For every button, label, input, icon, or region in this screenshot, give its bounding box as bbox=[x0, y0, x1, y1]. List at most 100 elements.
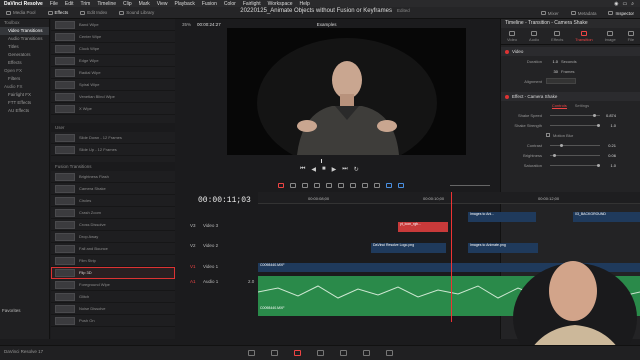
replace-clip-icon[interactable] bbox=[350, 182, 356, 188]
slider-handle[interactable] bbox=[553, 153, 556, 157]
tree-item-titles[interactable]: Titles bbox=[0, 43, 49, 51]
sound-library-button[interactable]: Sound Library bbox=[113, 7, 160, 18]
slider-handle[interactable] bbox=[597, 163, 600, 167]
saturation-slider[interactable] bbox=[550, 163, 600, 167]
edit-page-icon[interactable] bbox=[293, 350, 301, 356]
tree-item-effects[interactable]: Effects bbox=[0, 59, 49, 67]
effect-section-header[interactable]: Effect - Camera Shake bbox=[501, 92, 640, 101]
fx-item-film-strip[interactable]: Film Strip bbox=[51, 255, 175, 267]
fx-category-fusion-transitions[interactable]: Fusion Transitions bbox=[51, 162, 175, 171]
slider-handle[interactable] bbox=[560, 143, 563, 147]
insert-clip-icon[interactable] bbox=[326, 182, 332, 188]
blade-tool-icon[interactable] bbox=[314, 182, 320, 188]
favorites-label[interactable]: Favorites bbox=[2, 308, 21, 313]
inspector-button[interactable]: Inspector bbox=[602, 7, 640, 19]
tab-image[interactable]: Image bbox=[605, 31, 616, 42]
fx-item-foreground-wipe[interactable]: Foreground Wipe bbox=[51, 279, 175, 291]
menu-clip[interactable]: Clip bbox=[123, 1, 132, 7]
tree-item-video-transitions[interactable]: Video Transitions bbox=[0, 27, 49, 35]
fx-item-spiral-wipe[interactable]: Spiral Wipe bbox=[51, 79, 175, 91]
play-icon[interactable]: ▶ bbox=[332, 166, 337, 173]
menu-fairlight[interactable]: Fairlight bbox=[243, 1, 261, 7]
motion-blur-checkbox[interactable] bbox=[546, 133, 550, 137]
tree-section-audiofx[interactable]: Audio FX bbox=[0, 83, 49, 91]
tree-item-fairlight-fx[interactable]: Fairlight FX bbox=[0, 91, 49, 99]
tree-item-filters[interactable]: Filters bbox=[0, 75, 49, 83]
fx-item-brightness-flash[interactable]: Brightness Flash bbox=[51, 171, 175, 183]
fx-item-radial-wipe[interactable]: Radial Wipe bbox=[51, 67, 175, 79]
menu-file[interactable]: File bbox=[50, 1, 58, 7]
flag-icon[interactable] bbox=[386, 182, 392, 188]
menu-workspace[interactable]: Workspace bbox=[268, 1, 293, 7]
fx-item-fall-and-bounce[interactable]: Fall and Bounce bbox=[51, 243, 175, 255]
slider-handle[interactable] bbox=[597, 123, 600, 127]
fx-item-slide-up[interactable]: Slide Up - 12 Frames bbox=[51, 144, 175, 156]
menu-mark[interactable]: Mark bbox=[139, 1, 150, 7]
trim-tool-icon[interactable] bbox=[290, 182, 296, 188]
saturation-value[interactable]: 1.0 bbox=[604, 163, 616, 168]
menu-color[interactable]: Color bbox=[224, 1, 236, 7]
metadata-button[interactable]: Metadata bbox=[565, 7, 603, 19]
dynamic-trim-icon[interactable] bbox=[302, 182, 308, 188]
fx-item-flip-3d[interactable]: Flip 3D bbox=[51, 267, 175, 279]
shake-strength-slider[interactable] bbox=[550, 123, 600, 127]
tree-item-generators[interactable]: Generators bbox=[0, 51, 49, 59]
fx-item-venetian-blind-wipe[interactable]: Venetian Blind Wipe bbox=[51, 91, 175, 103]
fx-item-camera-shake[interactable]: Camera Shake bbox=[51, 183, 175, 195]
stop-icon[interactable]: ■ bbox=[322, 166, 326, 173]
subtab-settings[interactable]: Settings bbox=[575, 103, 589, 108]
timeline-clip[interactable]: DaVinci Resolve Logo.png bbox=[371, 243, 446, 253]
menu-trim[interactable]: Trim bbox=[81, 1, 91, 7]
tree-item-au-effects[interactable]: AU Effects bbox=[0, 107, 49, 115]
timeline-ruler[interactable]: 00:00:08;00 00:00:10;00 00:00:12;00 bbox=[258, 192, 640, 204]
go-to-end-icon[interactable]: ⏭ bbox=[342, 166, 347, 173]
tab-file[interactable]: File bbox=[628, 31, 634, 42]
snapping-icon[interactable] bbox=[362, 182, 368, 188]
menu-timeline[interactable]: Timeline bbox=[97, 1, 116, 7]
fx-item-crash-zoom[interactable]: Crash Zoom bbox=[51, 207, 175, 219]
brightness-value[interactable]: 0.06 bbox=[604, 153, 616, 158]
brightness-slider[interactable] bbox=[550, 153, 600, 157]
search-icon[interactable]: ⌕ bbox=[631, 1, 634, 7]
duration-seconds-field[interactable]: 1.0 bbox=[546, 59, 558, 64]
fx-item-glitch[interactable]: Glitch bbox=[51, 291, 175, 303]
fx-item-circles[interactable]: Circles bbox=[51, 195, 175, 207]
reverse-play-icon[interactable]: ◀ bbox=[311, 166, 316, 173]
slider-handle[interactable] bbox=[593, 113, 596, 117]
section-enable-icon[interactable] bbox=[505, 49, 509, 54]
link-icon[interactable] bbox=[374, 182, 380, 188]
playhead[interactable] bbox=[451, 192, 452, 322]
fx-item-cross-dissolve[interactable]: Cross Dissolve bbox=[51, 219, 175, 231]
edit-index-button[interactable]: Edit Index bbox=[74, 7, 113, 18]
menu-playback[interactable]: Playback bbox=[175, 1, 195, 7]
subtab-controls[interactable]: Controls bbox=[551, 103, 567, 109]
app-menu[interactable]: DaVinci Resolve bbox=[4, 1, 43, 7]
cut-page-icon[interactable] bbox=[270, 350, 278, 356]
alignment-dropdown[interactable] bbox=[546, 78, 576, 84]
duration-frames-field[interactable]: 30 bbox=[546, 69, 558, 74]
zoom-slider[interactable] bbox=[450, 184, 490, 186]
fx-item-drop-away[interactable]: Drop Away bbox=[51, 231, 175, 243]
tab-audio[interactable]: Audio bbox=[529, 31, 539, 42]
fx-category-user[interactable]: User bbox=[51, 123, 175, 132]
zoom-level[interactable]: 35% bbox=[182, 22, 191, 27]
viewer-scrubber-handle[interactable] bbox=[321, 159, 322, 163]
shake-strength-value[interactable]: 1.0 bbox=[604, 123, 616, 128]
contrast-slider[interactable] bbox=[550, 143, 600, 147]
fx-item-band-wipe[interactable]: Band Wipe bbox=[51, 19, 175, 31]
fairlight-page-icon[interactable] bbox=[362, 350, 370, 356]
tree-item-ftt-effects[interactable]: FTT Effects bbox=[0, 99, 49, 107]
menu-fusion[interactable]: Fusion bbox=[202, 1, 217, 7]
effects-button[interactable]: Effects bbox=[42, 7, 75, 18]
fx-item-noise-dissolve[interactable]: Noise Dissolve bbox=[51, 303, 175, 315]
tab-transition[interactable]: Transition bbox=[575, 31, 593, 42]
video-viewer[interactable] bbox=[227, 28, 466, 155]
loop-icon[interactable]: ↻ bbox=[354, 166, 359, 173]
section-enable-icon[interactable] bbox=[505, 94, 509, 99]
fx-item-x-wipe[interactable]: X Wipe bbox=[51, 103, 175, 115]
menu-edit[interactable]: Edit bbox=[65, 1, 74, 7]
viewer-clip-name[interactable]: Examples bbox=[317, 22, 337, 27]
timeline-clip[interactable]: 03_BACKGROUND bbox=[573, 212, 640, 222]
tree-section-openfx[interactable]: Open FX bbox=[0, 67, 49, 75]
menu-help[interactable]: Help bbox=[300, 1, 310, 7]
